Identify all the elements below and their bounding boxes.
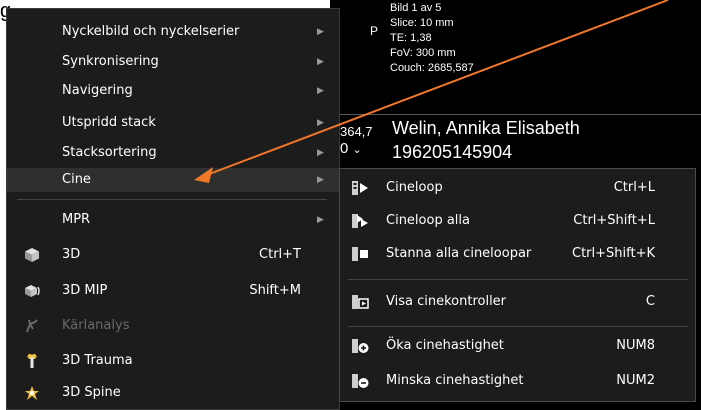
menu-item-label: Utspridd stack [62, 115, 156, 130]
menu-item-label: Synkronisering [62, 54, 159, 69]
vessel-icon [26, 319, 38, 333]
submenu-item-shortcut: Ctrl+Shift+K [572, 246, 655, 261]
submenu-item-shortcut: Ctrl+L [613, 180, 655, 195]
overlay-left-zero: 0 ⌄ [340, 140, 362, 157]
submenu-item-label: Cineloop [386, 180, 443, 195]
menu-item-karlanalys[interactable]: Kärlanalys [7, 314, 339, 338]
overlay-left-letter: P [370, 24, 379, 38]
image-info-line: FoV: 300 mm [390, 47, 456, 59]
submenu-item-cineloop[interactable]: Cineloop Ctrl+L [340, 175, 695, 201]
increase-speed-icon [352, 339, 369, 353]
menu-item-label: MPR [62, 212, 91, 227]
menu-item-label: Navigering [62, 83, 133, 98]
menu-item-label: Kärlanalys [62, 318, 130, 333]
menu-item-3d-mip[interactable]: 3D MIP Shift+M [7, 279, 339, 303]
chevron-right-icon: ▶ [317, 57, 324, 67]
chevron-right-icon: ▶ [317, 175, 324, 185]
submenu-item-cineloop-alla[interactable]: Cineloop alla Ctrl+Shift+L [340, 208, 695, 234]
cube-icon [25, 248, 39, 262]
menu-item-utspridd-stack[interactable]: Utspridd stack ▶ [7, 111, 339, 135]
overlay-left-number: 364,7 [340, 124, 373, 139]
submenu-item-label: Stanna alla cineloopar [386, 246, 532, 261]
bone-icon [27, 354, 37, 368]
menu-item-nyckelbild[interactable]: Nyckelbild och nyckelserier ▶ [7, 20, 339, 44]
menu-item-3d-trauma[interactable]: 3D Trauma [7, 349, 339, 373]
overlay-divider [340, 114, 701, 115]
image-info-line: Couch: 2685,587 [390, 62, 474, 74]
menu-item-label: Nyckelbild och nyckelserier [62, 24, 240, 39]
patient-name: Welin, Annika Elisabeth [392, 118, 580, 138]
submenu-separator [348, 279, 688, 280]
menu-item-navigering[interactable]: Navigering ▶ [7, 79, 339, 103]
menu-item-label: 3D Trauma [62, 353, 133, 368]
chevron-right-icon: ▶ [317, 86, 324, 96]
submenu-item-label: Cineloop alla [386, 213, 470, 228]
context-menu: Nyckelbild och nyckelserier ▶ Synkronise… [6, 8, 340, 410]
submenu-item-stanna-alla[interactable]: Stanna alla cineloopar Ctrl+Shift+K [340, 241, 695, 267]
menu-separator [17, 199, 327, 200]
mip-cube-icon [25, 285, 40, 297]
menu-item-cine[interactable]: Cine ▶ [7, 168, 339, 192]
submenu-item-shortcut: NUM2 [616, 373, 655, 388]
menu-item-shortcut: Ctrl+T [259, 247, 301, 262]
image-info-line: TE: 1,38 [390, 32, 432, 44]
submenu-item-shortcut: C [645, 294, 655, 309]
menu-item-stacksortering[interactable]: Stacksortering ▶ [7, 141, 339, 165]
stop-cine-icon [352, 247, 368, 261]
image-info-overlay: Bild 1 av 5 Slice: 10 mm TE: 1,38 FoV: 3… [390, 1, 474, 76]
decrease-speed-icon [352, 374, 369, 388]
menu-item-label: Stacksortering [62, 145, 157, 160]
menu-item-label: 3D Spine [62, 385, 121, 400]
chevron-right-icon: ▶ [317, 27, 324, 37]
cineloop-icon [352, 181, 368, 195]
submenu-item-label: Minska cinehastighet [386, 373, 524, 388]
menu-item-3d[interactable]: 3D Ctrl+T [7, 243, 339, 267]
chevron-right-icon: ▶ [317, 148, 324, 158]
submenu-item-shortcut: NUM8 [616, 338, 655, 353]
submenu-item-label: Visa cinekontroller [386, 294, 507, 309]
menu-item-label: 3D MIP [62, 283, 108, 298]
cineloop-all-icon [352, 214, 368, 228]
menu-item-synkronisering[interactable]: Synkronisering ▶ [7, 50, 339, 74]
menu-item-mpr[interactable]: MPR ▶ [7, 208, 339, 232]
submenu-item-shortcut: Ctrl+Shift+L [573, 213, 655, 228]
image-info-line: Bild 1 av 5 [390, 2, 442, 14]
cine-submenu: Cineloop Ctrl+L Cineloop alla Ctrl+Shift… [339, 168, 696, 402]
menu-item-label: Cine [62, 172, 91, 187]
patient-id: 196205145904 [392, 142, 513, 162]
submenu-item-minska-cinehastighet[interactable]: Minska cinehastighet NUM2 [340, 368, 695, 394]
submenu-item-label: Öka cinehastighet [386, 338, 504, 353]
spine-icon [25, 386, 39, 400]
submenu-separator [348, 326, 688, 327]
overlay-zero-value: 0 [340, 140, 349, 157]
cine-controls-icon [352, 295, 369, 309]
submenu-item-visa-cinekontroller[interactable]: Visa cinekontroller C [340, 289, 695, 315]
menu-item-label: 3D [62, 247, 81, 262]
chevron-down-icon: ⌄ [352, 144, 362, 156]
image-info-line: Slice: 10 mm [390, 17, 454, 29]
menu-item-3d-spine[interactable]: 3D Spine [7, 381, 339, 405]
chevron-right-icon: ▶ [317, 118, 324, 128]
chevron-right-icon: ▶ [317, 215, 324, 225]
menu-item-shortcut: Shift+M [249, 283, 301, 298]
submenu-item-oka-cinehastighet[interactable]: Öka cinehastighet NUM8 [340, 333, 695, 359]
